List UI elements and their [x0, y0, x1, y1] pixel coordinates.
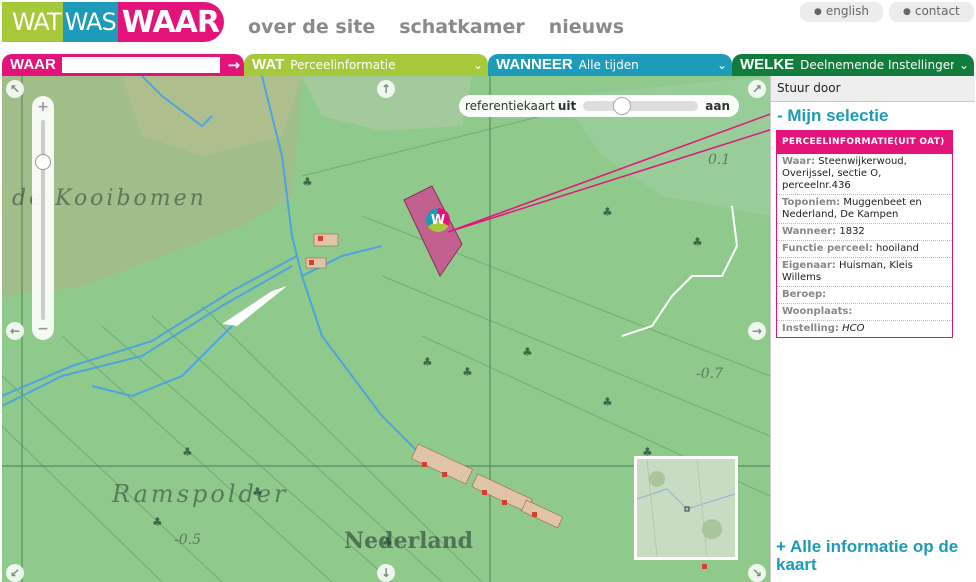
parcel-info-key: Beroep:	[782, 289, 827, 300]
parcel-info-row: Waar: Steenwijkerwoud, Overijssel, secti…	[777, 154, 952, 194]
svg-text:♣: ♣	[422, 355, 433, 369]
filter-wat-value: Perceelinformatie	[290, 58, 396, 72]
zoom-out-button[interactable]: −	[35, 321, 51, 337]
link-contact[interactable]: ● contact	[889, 2, 974, 22]
link-english-label: english	[825, 4, 869, 18]
nav-nieuws[interactable]: nieuws	[549, 16, 624, 38]
parcel-info-key: Functie perceel:	[782, 243, 873, 254]
svg-text:♣: ♣	[522, 345, 533, 359]
parcel-info-row: Woonplaats:	[777, 303, 952, 320]
all-info-on-map-link[interactable]: + Alle informatie op de kaart	[776, 538, 972, 574]
map-viewport[interactable]: ♣ ♣ ♣ ♣ ♣ ♣ ♣ ♣ ♣ ♣ ♣ ♣ de Kooibomen Ramspolder …	[2, 76, 770, 582]
logo-part-waar: WAAR	[117, 2, 224, 42]
reference-map-toggle: referentiekaart uit aan	[459, 95, 739, 117]
nav-schatkamer[interactable]: schatkamer	[399, 16, 525, 38]
app-root: WAT WAS WAAR over de site schatkamer nie…	[0, 0, 976, 582]
svg-text:♣: ♣	[252, 485, 263, 499]
pan-down-button[interactable]: ↓	[377, 564, 395, 582]
utility-navigation: ● english ● contact	[800, 2, 974, 22]
svg-text:♣: ♣	[462, 365, 473, 379]
parcel-info-row: Wanneer: 1832	[777, 223, 952, 240]
parcel-info-row: Toponiem: Muggenbeet en Nederland, De Ka…	[777, 194, 952, 223]
reference-map-slider[interactable]	[583, 97, 699, 115]
parcel-info-key: Instelling:	[782, 323, 839, 334]
filter-bar: WAAR → WAT Perceelinformatie ⌄ WANNEER A…	[2, 54, 974, 76]
svg-text:♣: ♣	[382, 535, 393, 549]
arrow-right-icon[interactable]: →	[224, 57, 244, 73]
svg-text:♣: ♣	[602, 205, 613, 219]
svg-text:♣: ♣	[302, 175, 313, 189]
parcel-info-title: PERCEELINFORMATIE(UIT OAT)	[777, 131, 952, 154]
chevron-down-icon: ⌄	[472, 58, 484, 72]
marker-letter: W	[430, 212, 446, 228]
reference-map-knob[interactable]	[613, 97, 632, 115]
location-marker[interactable]: W	[426, 208, 450, 232]
zoom-track[interactable]	[41, 120, 45, 320]
svg-text:♣: ♣	[602, 395, 613, 409]
send-button[interactable]: Stuur door	[771, 76, 975, 102]
parcel-info-key: Wanneer:	[782, 226, 837, 237]
minimap-art	[637, 459, 735, 557]
parcel-info-value: hooiland	[875, 243, 919, 254]
my-selection-toggle[interactable]: - Mijn selectie	[777, 106, 888, 126]
pan-southwest-button[interactable]: ↙	[6, 564, 24, 582]
parcel-info-row: Functie perceel: hooiland	[777, 240, 952, 257]
filter-wat-label: WAT	[252, 56, 285, 73]
chevron-down-icon: ⌄	[716, 58, 728, 72]
parcel-info-row: Beroep:	[777, 286, 952, 303]
filter-wanneer-value: Alle tijden	[578, 58, 639, 72]
filter-wat-dropdown[interactable]: WAT Perceelinformatie ⌄	[244, 54, 488, 76]
parcel-info-key: Eigenaar:	[782, 260, 836, 271]
svg-text:♣: ♣	[152, 515, 163, 529]
pan-up-button[interactable]: ↑	[377, 80, 395, 98]
pan-northwest-button[interactable]: ↖	[6, 80, 24, 98]
top-navigation: over de site schatkamer nieuws	[248, 16, 624, 38]
pan-northeast-button[interactable]: ↗	[748, 80, 766, 98]
zoom-in-button[interactable]: +	[35, 99, 51, 115]
pan-left-button[interactable]: ←	[6, 322, 24, 340]
zoom-handle[interactable]	[35, 154, 51, 170]
parcel-info-row: Eigenaar: Huisman, Kleis Willems	[777, 257, 952, 286]
pan-right-button[interactable]: →	[748, 322, 766, 340]
filter-wanneer-label: WANNEER	[496, 56, 573, 73]
svg-text:♣: ♣	[182, 445, 193, 459]
selection-panel: Stuur door - Mijn selectie PERCEELINFORM…	[770, 76, 976, 582]
reference-map-on[interactable]: aan	[705, 99, 730, 113]
filter-welke-label: WELKE	[740, 56, 795, 73]
reference-map-label: referentiekaart	[465, 99, 555, 113]
logo-part-wat: WAT	[2, 2, 63, 42]
parcel-info-value: 1832	[839, 226, 865, 237]
logo-part-was: WAS	[62, 2, 118, 42]
parcel-info-card: PERCEELINFORMATIE(UIT OAT) Waar: Steenwi…	[776, 130, 953, 338]
link-contact-label: contact	[914, 4, 960, 18]
reference-map-off[interactable]: uit	[558, 99, 576, 113]
parcel-info-rows: Waar: Steenwijkerwoud, Overijssel, secti…	[777, 154, 952, 337]
nav-over-de-site[interactable]: over de site	[248, 16, 375, 38]
reference-minimap[interactable]	[634, 456, 738, 560]
pan-southeast-button[interactable]: ↘	[748, 564, 766, 582]
parcel-info-key: Woonplaats:	[782, 306, 853, 317]
filter-welke-dropdown[interactable]: WELKE Deelnemende Instellingen ⌄	[732, 54, 974, 76]
parcel-info-key: Toponiem:	[782, 197, 841, 208]
filter-wanneer-dropdown[interactable]: WANNEER Alle tijden ⌄	[488, 54, 732, 76]
filter-welke-value: Deelnemende Instellingen	[800, 58, 954, 72]
bullet-icon: ●	[903, 7, 911, 17]
parcel-info-key: Waar:	[782, 156, 816, 167]
filter-waar: WAAR →	[2, 54, 244, 76]
filter-waar-label: WAAR	[10, 56, 56, 73]
svg-text:♣: ♣	[692, 235, 703, 249]
zoom-control: + −	[32, 96, 54, 340]
link-english[interactable]: ● english	[800, 2, 883, 22]
parcel-info-row: Instelling: HCO	[777, 320, 952, 337]
watwaswaar-logo[interactable]: WAT WAS WAAR	[2, 2, 224, 42]
waar-search-input[interactable]	[61, 57, 220, 73]
chevron-down-icon: ⌄	[958, 58, 970, 72]
parcel-info-value: HCO	[842, 323, 865, 334]
bullet-icon: ●	[814, 7, 822, 17]
